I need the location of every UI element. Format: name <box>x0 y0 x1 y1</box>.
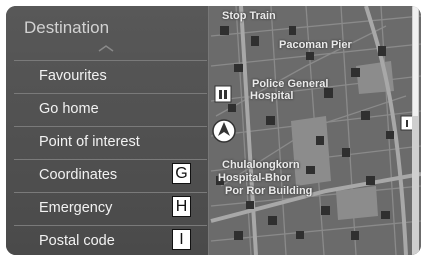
current-position-icon <box>212 119 236 143</box>
callout-badge-i: I <box>172 229 191 250</box>
menu-item-label: Point of interest <box>39 134 140 150</box>
callout-badge-g: G <box>172 163 191 184</box>
menu-item-favourites[interactable]: Favourites <box>14 60 207 91</box>
menu-item-point-of-interest[interactable]: Point of interest <box>14 126 207 157</box>
map-label-pier: Pacoman Pier <box>279 39 352 51</box>
chevron-up-icon[interactable] <box>98 44 114 52</box>
map-scrollbar[interactable] <box>410 6 421 255</box>
navigation-screen: Stop Train Pacoman Pier Police General H… <box>6 6 421 255</box>
callout-badge-h: H <box>172 196 191 217</box>
menu-item-label: Postal code <box>39 233 115 249</box>
map-label-chula-2: Hospital-Bhor <box>218 172 291 184</box>
panel-title: Destination <box>24 18 110 37</box>
menu-item-go-home[interactable]: Go home <box>14 93 207 124</box>
destination-panel: Destination Favourites Go home Point of … <box>6 6 209 255</box>
map-label-hospital-2: Hospital <box>250 90 294 102</box>
map-label-station: Stop Train <box>222 10 276 22</box>
map-label-hospital-1: Police General <box>252 78 329 90</box>
map-label-chula-1: Chulalongkorn <box>222 159 300 171</box>
parking-icon <box>214 85 232 103</box>
map-label-building: Por Ror Building <box>225 185 313 197</box>
menu-item-label: Coordinates <box>39 167 118 183</box>
menu-item-label: Go home <box>39 101 99 117</box>
menu-item-label: Favourites <box>39 68 107 84</box>
menu-item-label: Emergency <box>39 200 113 216</box>
